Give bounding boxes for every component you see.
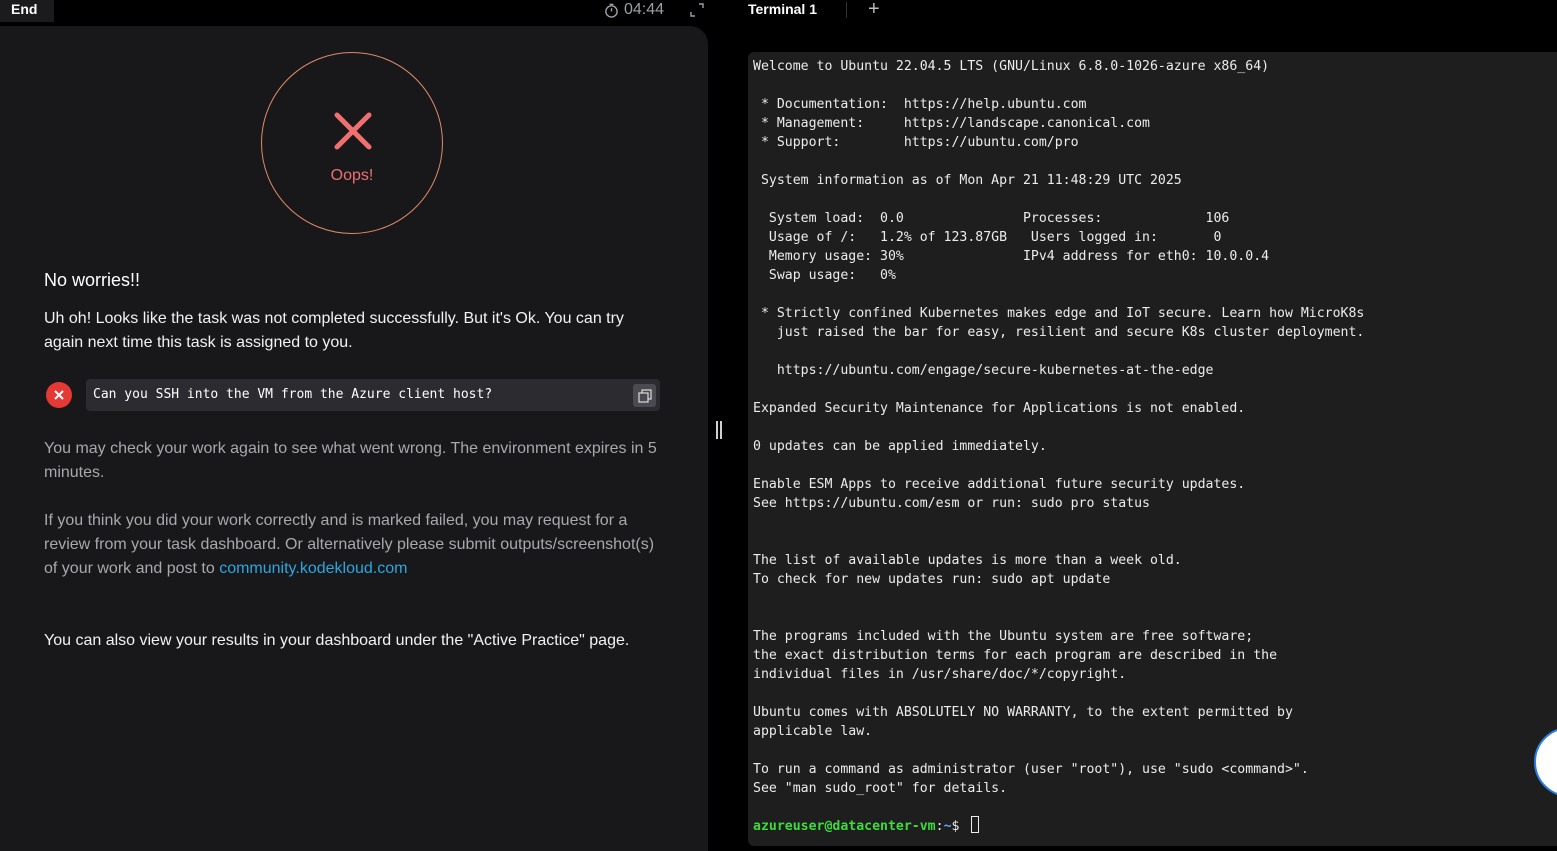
timer: 04:44	[604, 0, 664, 20]
prompt-path: ~	[943, 819, 952, 834]
left-top-bar: End 04:44	[0, 0, 708, 22]
review-text: If you think you did your work correctly…	[44, 509, 664, 581]
terminal-cursor	[971, 816, 980, 833]
oops-label: Oops!	[330, 167, 374, 184]
terminal-tab-bar: Terminal 1 +	[733, 0, 1557, 22]
check-again-text: You may check your work again to see wha…	[44, 440, 657, 481]
panel-resize-handle[interactable]	[716, 421, 722, 439]
expand-icon[interactable]	[689, 2, 705, 18]
task-item: Can you SSH into the VM from the Azure c…	[46, 379, 660, 411]
result-ring: Oops!	[261, 52, 443, 234]
close-icon	[54, 390, 64, 400]
tab-terminal-1[interactable]: Terminal 1	[748, 0, 817, 19]
result-panel: Oops! No worries!! Uh oh! Looks like the…	[0, 26, 708, 851]
prompt-user: azureuser@datacenter-vm	[753, 819, 936, 834]
stopwatch-icon	[605, 3, 618, 18]
add-tab-button[interactable]: +	[868, 0, 880, 20]
copy-icon	[637, 388, 652, 403]
task-question: Can you SSH into the VM from the Azure c…	[93, 387, 493, 402]
error-x-icon	[334, 112, 372, 150]
task-question-box: Can you SSH into the VM from the Azure c…	[86, 379, 660, 411]
active-practice-text: You can also view your results in your d…	[44, 632, 630, 649]
terminal-output: Welcome to Ubuntu 22.04.5 LTS (GNU/Linux…	[753, 59, 1365, 796]
terminal-window[interactable]: Welcome to Ubuntu 22.04.5 LTS (GNU/Linux…	[748, 52, 1557, 846]
copy-button[interactable]	[633, 384, 656, 407]
tab-separator	[846, 2, 847, 18]
end-button[interactable]: End	[0, 0, 54, 22]
terminal-prompt[interactable]: azureuser@datacenter-vm:~$	[753, 816, 980, 836]
result-message: Uh oh! Looks like the task was not compl…	[44, 310, 624, 351]
prompt-separator: :	[935, 819, 944, 834]
failed-status-icon	[46, 382, 72, 408]
prompt-symbol: $	[951, 819, 968, 834]
result-title: No worries!!	[44, 270, 141, 290]
timer-value: 04:44	[624, 1, 665, 18]
community-link[interactable]: community.kodekloud.com	[219, 560, 407, 577]
